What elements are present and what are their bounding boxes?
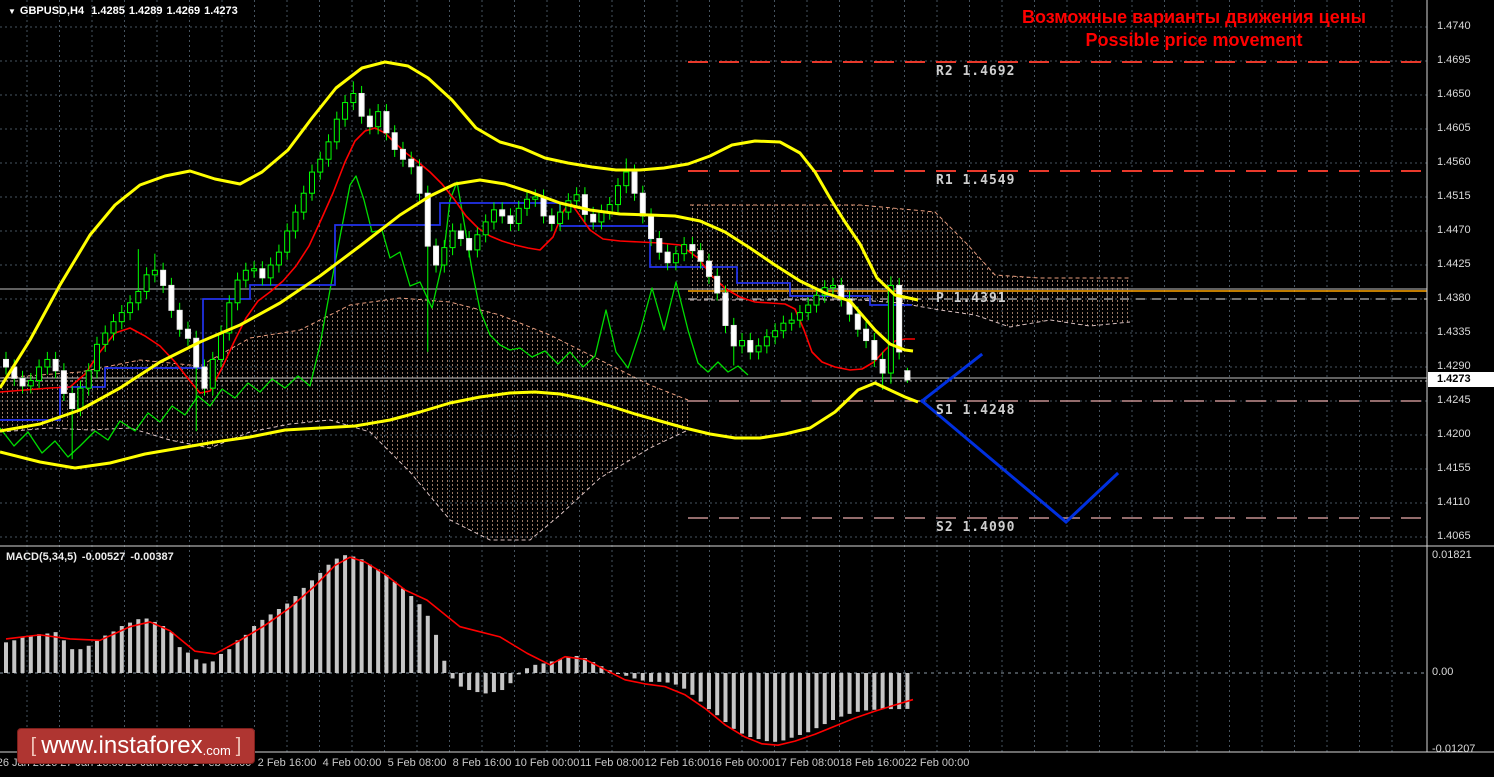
chart-canvas[interactable]	[0, 0, 1494, 777]
ohlc-header: ▼ GBPUSD,H4 1.4285 1.4289 1.4269 1.4273	[8, 5, 242, 17]
pivot-level-label: S2 1.4090	[936, 520, 1016, 535]
annotation-line-en: Possible price movement	[1085, 30, 1303, 50]
macd-name: MACD(5,34,5)	[6, 551, 77, 563]
price-axis-label: 1.4695	[1437, 54, 1471, 66]
forecast-annotation: Возможные варианты движения цены Possibl…	[998, 6, 1390, 52]
macd-indicator-label: MACD(5,34,5) -0.00527 -0.00387	[6, 551, 179, 563]
price-axis-label: 1.4515	[1437, 190, 1471, 202]
high-value: 1.4289	[128, 5, 163, 17]
price-axis-label: 1.4740	[1437, 20, 1471, 32]
instaforex-watermark: [www.instaforex .com]	[17, 728, 255, 764]
price-axis-label: 1.4110	[1437, 496, 1470, 508]
price-axis-label: 1.4065	[1437, 530, 1471, 542]
price-axis-label: 1.4380	[1437, 292, 1471, 304]
price-axis-label: 1.4200	[1437, 428, 1471, 440]
pivot-level-label: P 1.4391	[936, 291, 1007, 306]
time-axis-label: 22 Feb 00:00	[904, 757, 970, 769]
current-price-badge: 1.4273	[1428, 372, 1494, 387]
price-axis-label: 1.4155	[1437, 462, 1471, 474]
mt4-chart-window: ▼ GBPUSD,H4 1.4285 1.4289 1.4269 1.4273 Возм…	[0, 0, 1494, 777]
price-axis-label: 1.4290	[1437, 360, 1471, 372]
price-axis-label: 1.4560	[1437, 156, 1471, 168]
price-axis-label: 1.4605	[1437, 122, 1471, 134]
watermark-domain: .com	[202, 743, 231, 758]
watermark-text: www.instaforex	[41, 732, 203, 759]
symbol-dropdown-icon[interactable]: ▼	[8, 7, 16, 16]
watermark-bracket-right: ]	[235, 734, 242, 757]
price-axis-label: 1.4245	[1437, 394, 1471, 406]
price-axis-label: 1.4335	[1437, 326, 1471, 338]
low-value: 1.4269	[166, 5, 201, 17]
macd-main-value: -0.00527	[81, 551, 126, 563]
pivot-level-label: R1 1.4549	[936, 173, 1016, 188]
close-value: 1.4273	[204, 5, 238, 17]
price-axis-label: 1.4470	[1437, 224, 1471, 236]
watermark-bracket-left: [	[30, 734, 37, 757]
macd-axis-label: 0.01821	[1432, 549, 1472, 561]
annotation-line-ru: Возможные варианты движения цены	[1022, 7, 1366, 27]
open-value: 1.4285	[91, 5, 125, 17]
pivot-level-label: S1 1.4248	[936, 403, 1016, 418]
macd-axis-label: -0.01207	[1432, 743, 1476, 755]
macd-axis-label: 0.00	[1432, 666, 1454, 678]
price-axis-label: 1.4425	[1437, 258, 1471, 270]
symbol-timeframe-label: GBPUSD,H4	[19, 5, 85, 17]
price-axis-label: 1.4650	[1437, 88, 1471, 100]
pivot-level-label: R2 1.4692	[936, 64, 1016, 79]
macd-signal-value: -0.00387	[130, 551, 174, 563]
